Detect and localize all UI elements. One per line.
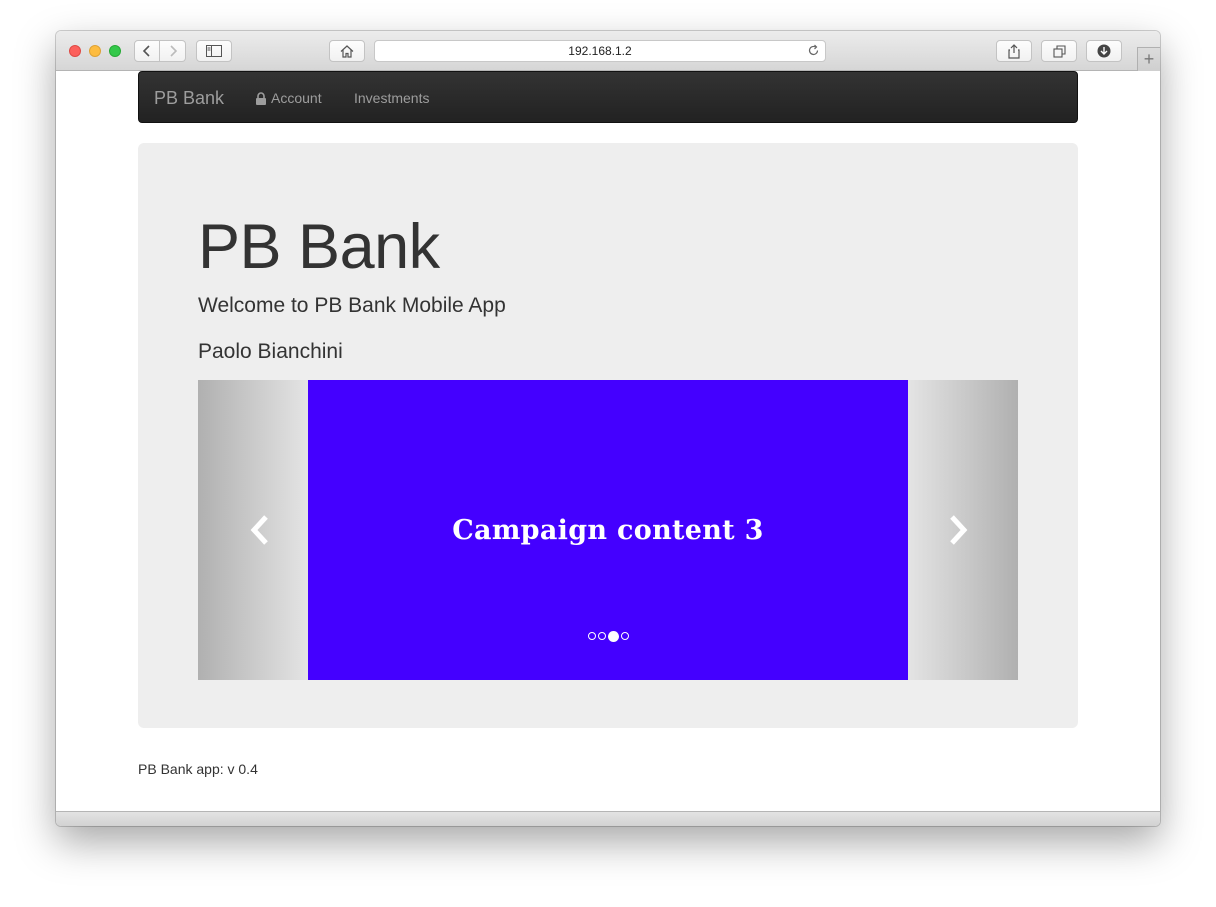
new-tab-icon: + (1143, 49, 1155, 69)
browser-toolbar: 192.168.1.2 + (56, 31, 1160, 71)
home-icon (340, 44, 354, 58)
chevron-right-icon[interactable] (946, 514, 970, 546)
share-icon (1008, 43, 1020, 59)
app-version: PB Bank app: v 0.4 (138, 761, 258, 777)
carousel-indicator[interactable] (597, 632, 606, 640)
user-name: Paolo Bianchini (198, 340, 343, 363)
forward-icon (169, 45, 177, 57)
status-bar (56, 811, 1160, 826)
carousel-next-area[interactable] (908, 380, 1018, 680)
sidebar-toggle-button[interactable] (196, 40, 232, 62)
navbar: PB Bank Account Investments (138, 71, 1078, 123)
lock-icon (256, 91, 266, 105)
carousel-indicator[interactable] (620, 632, 629, 640)
nav-item-investments[interactable]: Investments (354, 90, 429, 106)
jumbotron: PB Bank Welcome to PB Bank Mobile App Pa… (138, 143, 1078, 728)
nav-item-account-label: Account (271, 90, 322, 106)
forward-button[interactable] (160, 40, 186, 62)
reload-icon[interactable] (807, 44, 820, 57)
carousel-indicator[interactable] (587, 632, 596, 640)
url-text: 192.168.1.2 (568, 44, 632, 58)
back-button[interactable] (134, 40, 160, 62)
back-icon (142, 45, 150, 57)
sidebar-icon (206, 45, 222, 57)
carousel-indicators (308, 631, 908, 642)
nav-item-account[interactable]: Account (255, 90, 322, 106)
address-bar[interactable]: 192.168.1.2 (374, 40, 826, 62)
navbar-brand[interactable]: PB Bank (154, 88, 224, 109)
tabs-icon (1052, 44, 1066, 58)
chevron-left-icon[interactable] (248, 514, 272, 546)
show-tabs-button[interactable] (1041, 40, 1077, 62)
downloads-button[interactable] (1086, 40, 1122, 62)
home-button[interactable] (329, 40, 365, 62)
carousel-indicator-active[interactable] (607, 631, 619, 642)
browser-window: 192.168.1.2 + PB Bank Account Investment… (56, 31, 1160, 826)
minimize-window-button[interactable] (89, 45, 101, 57)
carousel-prev-area[interactable] (198, 380, 308, 680)
campaign-carousel: Campaign content 3 (198, 380, 1018, 680)
zoom-window-button[interactable] (109, 45, 121, 57)
page-content: PB Bank Account Investments PB Bank Welc… (56, 71, 1160, 811)
new-tab-button[interactable]: + (1137, 47, 1160, 71)
close-window-button[interactable] (69, 45, 81, 57)
share-button[interactable] (996, 40, 1032, 62)
carousel-slide[interactable]: Campaign content 3 (308, 380, 908, 680)
welcome-text: Welcome to PB Bank Mobile App (198, 294, 506, 317)
download-icon (1097, 44, 1111, 58)
page-title: PB Bank (198, 212, 440, 282)
slide-text: Campaign content 3 (452, 515, 764, 546)
